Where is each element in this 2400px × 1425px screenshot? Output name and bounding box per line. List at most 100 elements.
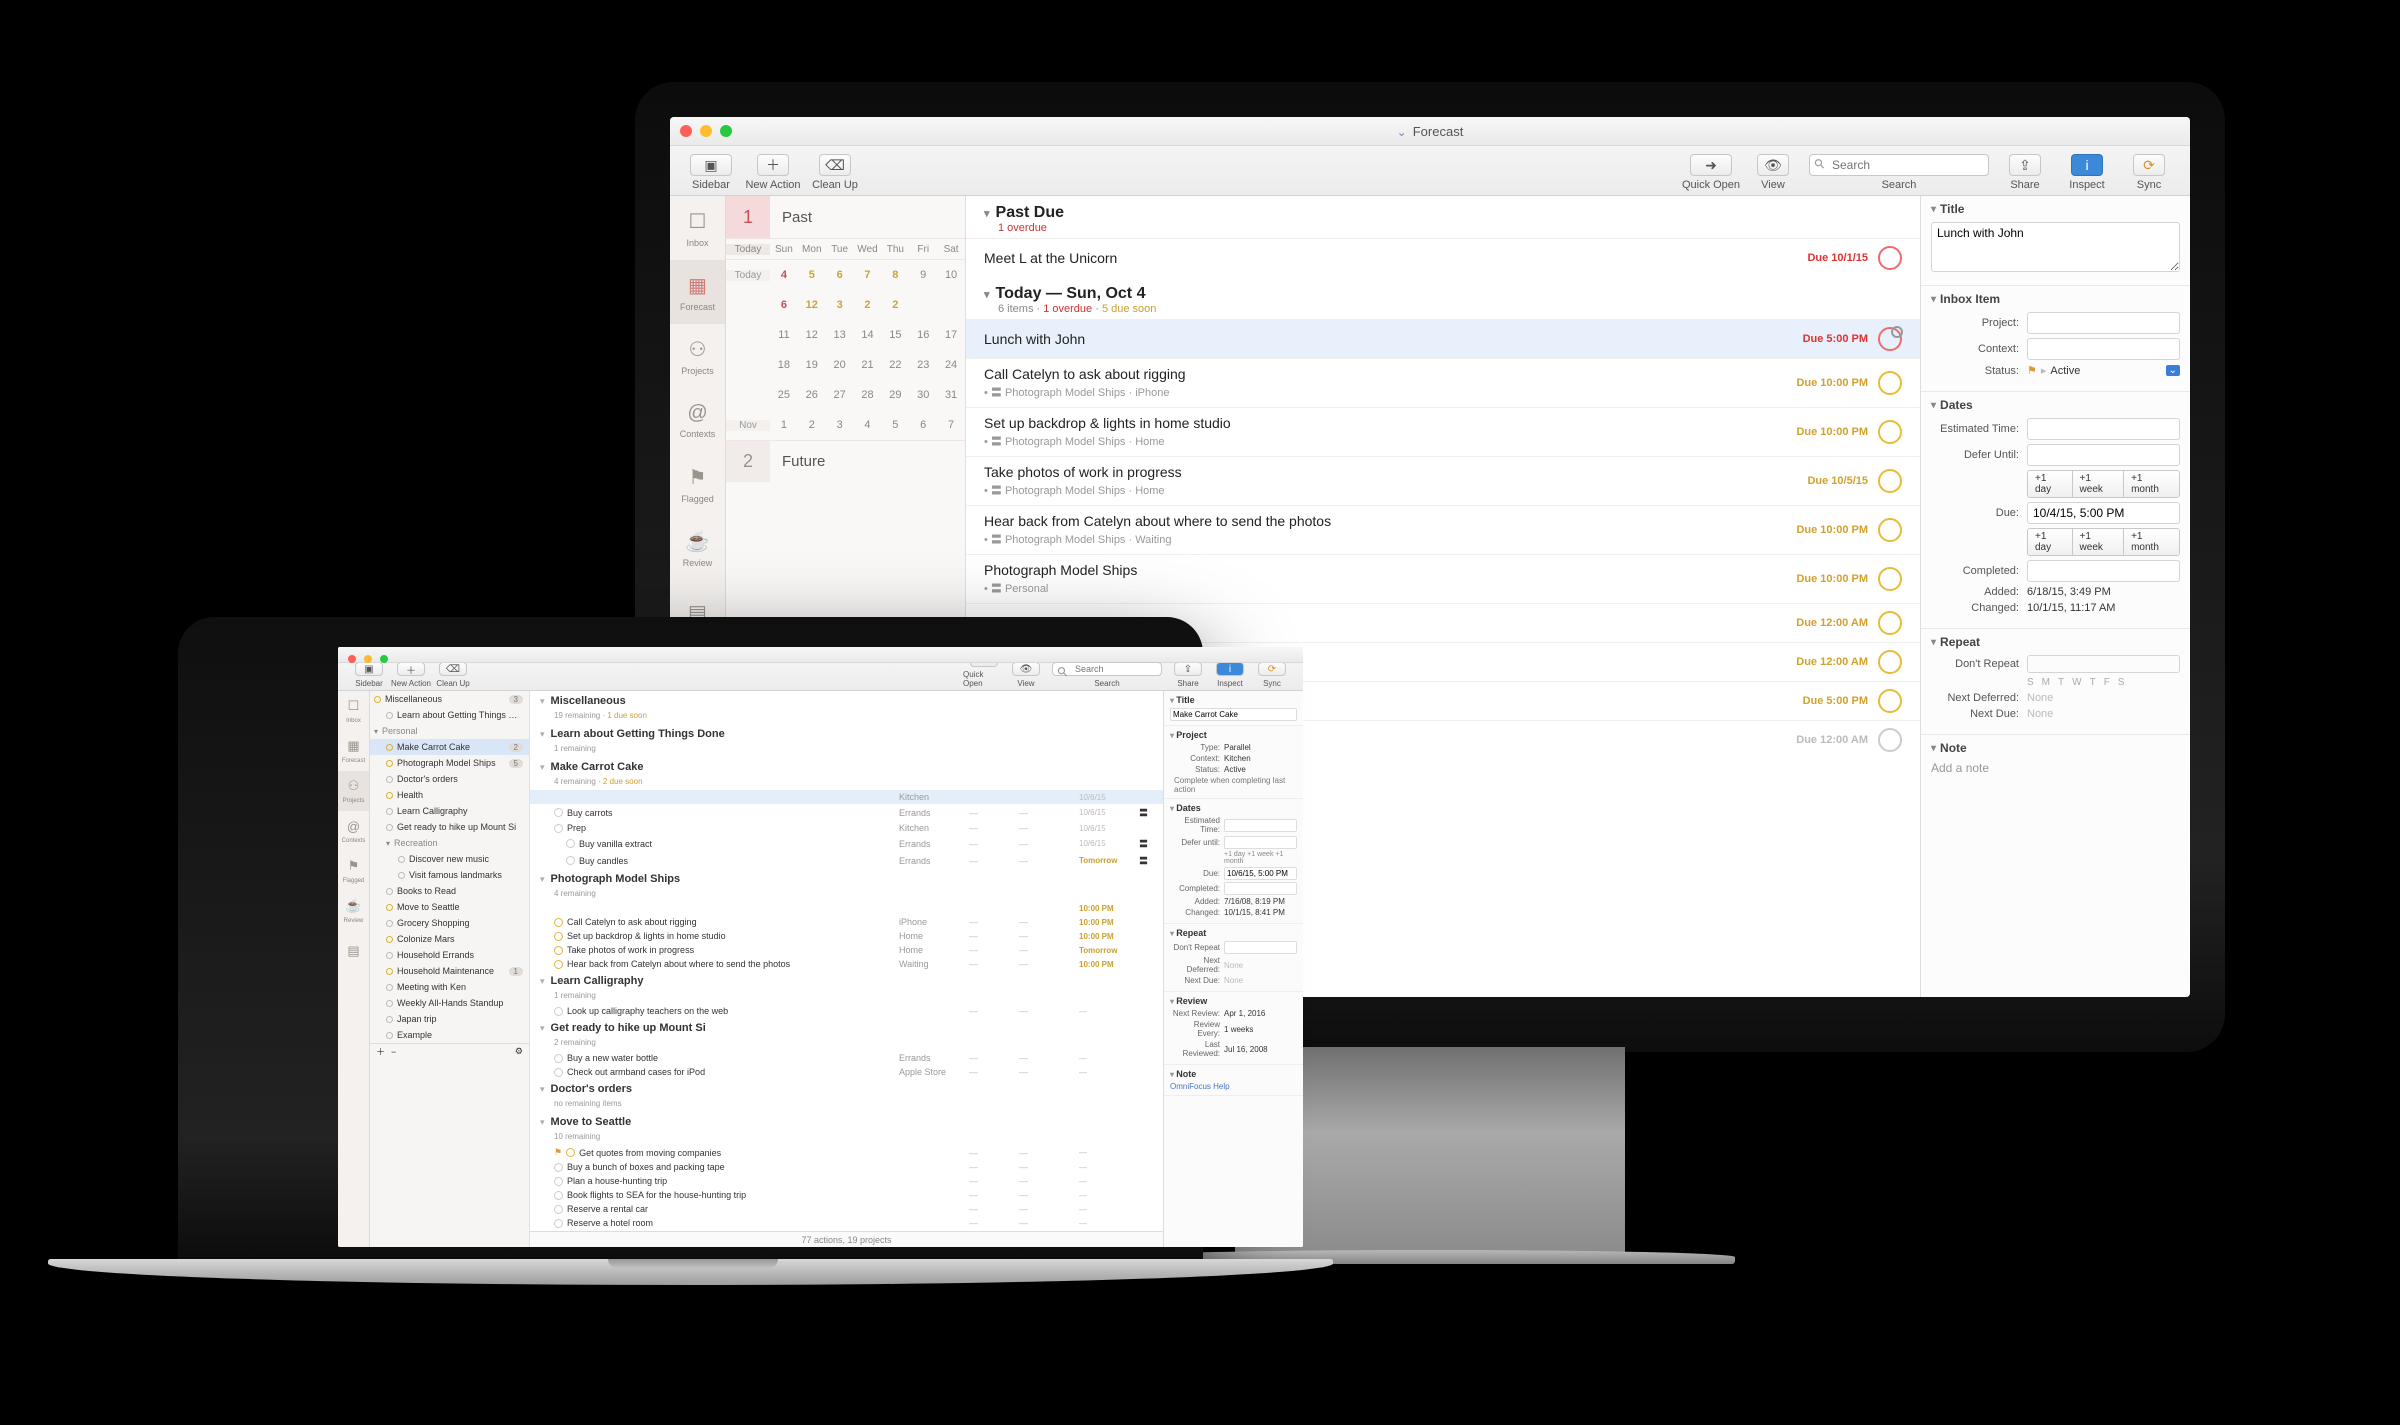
new-action-button[interactable]: ＋New Action [742, 154, 804, 191]
status-circle-icon[interactable] [1878, 689, 1902, 713]
project-header[interactable]: ▾Get ready to hike up Mount Si [530, 1018, 1163, 1038]
section-project[interactable]: Project [1170, 730, 1297, 740]
list-row[interactable]: Buy vanilla extractErrands——10/6/15〓 [530, 835, 1163, 852]
sidebar-item[interactable]: Learn about Getting Things Done [370, 707, 529, 723]
calendar-day[interactable]: 14 [854, 329, 882, 341]
rail-projects[interactable]: ⚇Projects [338, 771, 369, 811]
zoom-icon[interactable] [720, 125, 732, 137]
sidebar-item[interactable]: Japan trip [370, 1011, 529, 1027]
calendar-day[interactable]: 15 [881, 329, 909, 341]
search-input[interactable] [1809, 154, 1989, 176]
share-button[interactable]: ⇪Share [1994, 154, 2056, 191]
calendar-day[interactable]: 17 [937, 329, 965, 341]
section-review[interactable]: Review [1170, 996, 1297, 1006]
sync-button[interactable]: ⟳Sync [1251, 662, 1293, 688]
completed-input[interactable] [2027, 560, 2180, 582]
sidebar-item[interactable]: Visit famous landmarks [370, 867, 529, 883]
calendar-day[interactable]: 7 [854, 269, 882, 281]
estimated-time-input[interactable] [2027, 418, 2180, 440]
rail-review[interactable]: ☕Review [670, 516, 725, 580]
calendar-day[interactable]: 29 [881, 389, 909, 401]
calendar-day[interactable]: 4 [770, 269, 798, 281]
sidebar-item[interactable]: Doctor's orders [370, 771, 529, 787]
due-presets[interactable]: +1 day+1 week+1 month [2027, 528, 2180, 556]
rail-flagged[interactable]: ⚑Flagged [338, 851, 369, 891]
list-row[interactable]: ⚑Get quotes from moving companies——— [530, 1145, 1163, 1160]
calendar-day[interactable]: 11 [770, 329, 798, 341]
calendar-day[interactable]: 24 [937, 359, 965, 371]
future-row[interactable]: 2Future [726, 440, 965, 482]
status-circle-icon[interactable] [554, 1007, 563, 1016]
sidebar-item[interactable]: Health [370, 787, 529, 803]
sidebar-item[interactable]: Example [370, 1027, 529, 1043]
type-value[interactable]: Parallel [1224, 743, 1297, 752]
due-input[interactable] [1224, 867, 1297, 880]
group-title[interactable]: ▾Past Due [984, 204, 1902, 222]
status-circle-icon[interactable] [554, 824, 563, 833]
calendar-day[interactable]: 5 [798, 269, 826, 281]
minimize-icon[interactable] [364, 655, 372, 663]
list-row[interactable]: Buy candlesErrands——Tomorrow〓 [530, 852, 1163, 869]
calendar-day[interactable]: 1 [770, 419, 798, 431]
window-titlebar[interactable]: Forecast [670, 117, 2190, 146]
rail-forecast[interactable]: ▦Forecast [338, 731, 369, 771]
list-row[interactable]: Call Catelyn to ask about riggingiPhone—… [530, 915, 1163, 929]
sidebar-item[interactable]: Weekly All-Hands Standup [370, 995, 529, 1011]
group-title[interactable]: ▾Today — Sun, Oct 4 [984, 285, 1902, 303]
status-circle-icon[interactable] [554, 1191, 563, 1200]
sync-button[interactable]: ⟳Sync [2118, 154, 2180, 191]
note-value[interactable]: OmniFocus Help [1170, 1082, 1297, 1091]
status-circle-icon[interactable] [1878, 728, 1902, 752]
inspect-button[interactable]: iInspect [2056, 154, 2118, 191]
sidebar-item[interactable]: Get ready to hike up Mount Si [370, 819, 529, 835]
calendar-day[interactable]: 5 [881, 419, 909, 431]
sidebar-item[interactable]: Books to Read [370, 883, 529, 899]
note-input[interactable]: Add a note [1931, 761, 2180, 841]
add-button[interactable]: ＋ [376, 1045, 385, 1058]
calendar-day[interactable]: 7 [937, 419, 965, 431]
search-field[interactable]: Search [1047, 662, 1167, 688]
status-circle-icon[interactable] [566, 1148, 575, 1157]
task-row[interactable]: Lunch with JohnDue 5:00 PM [966, 319, 1920, 358]
calendar-day[interactable]: 2 [798, 419, 826, 431]
completed-input[interactable] [1224, 882, 1297, 895]
task-row[interactable]: Photograph Model Ships• 〓 PersonalDue 10… [966, 554, 1920, 603]
section-title[interactable]: Title [1931, 202, 2180, 216]
status-circle-icon[interactable] [1878, 469, 1902, 493]
rail-contexts[interactable]: @Contexts [338, 811, 369, 851]
status-circle-icon[interactable] [554, 932, 563, 941]
sidebar-item[interactable]: Meeting with Ken [370, 979, 529, 995]
status-circle-icon[interactable] [554, 1219, 563, 1228]
task-row[interactable]: Call Catelyn to ask about rigging• 〓 Pho… [966, 358, 1920, 407]
sidebar-item[interactable]: Miscellaneous3 [370, 691, 529, 707]
due-input[interactable] [2027, 502, 2180, 524]
share-button[interactable]: ⇪Share [1167, 662, 1209, 688]
clean-up-button[interactable]: ⌫Clean Up [432, 662, 474, 688]
calendar-day[interactable]: 23 [909, 359, 937, 371]
project-header[interactable]: ▾Doctor's orders [530, 1079, 1163, 1099]
rail-forecast[interactable]: ▦Forecast [670, 260, 725, 324]
project-input[interactable] [2027, 312, 2180, 334]
rail-inbox[interactable]: ☐Inbox [670, 196, 725, 260]
sidebar-item[interactable]: Household Errands [370, 947, 529, 963]
calendar-day[interactable]: 6 [826, 269, 854, 281]
calendar-day[interactable]: 8 [881, 269, 909, 281]
calendar-day[interactable]: 19 [798, 359, 826, 371]
status-circle-icon[interactable] [1878, 371, 1902, 395]
sidebar-item[interactable]: Photograph Model Ships5 [370, 755, 529, 771]
list-row[interactable]: Reserve a hotel room——— [530, 1216, 1163, 1230]
section-dates[interactable]: Dates [1170, 803, 1297, 813]
status-circle-icon[interactable] [554, 1163, 563, 1172]
rail-projects[interactable]: ⚇Projects [670, 324, 725, 388]
section-inbox-item[interactable]: Inbox Item [1931, 292, 2180, 306]
calendar-day[interactable]: 27 [826, 389, 854, 401]
list-row[interactable]: Buy carrotsErrands——10/6/15〓 [530, 804, 1163, 821]
list-row[interactable]: PrepKitchen——10/6/15 [530, 821, 1163, 835]
sidebar-item[interactable]: Discover new music [370, 851, 529, 867]
minimize-icon[interactable] [700, 125, 712, 137]
status-value[interactable]: Active [2050, 365, 2080, 377]
status-dropdown-icon[interactable]: ⌄ [2166, 365, 2180, 376]
title-input[interactable] [1931, 222, 2180, 272]
status-circle-icon[interactable] [566, 839, 575, 848]
status-circle-icon[interactable] [1878, 420, 1902, 444]
